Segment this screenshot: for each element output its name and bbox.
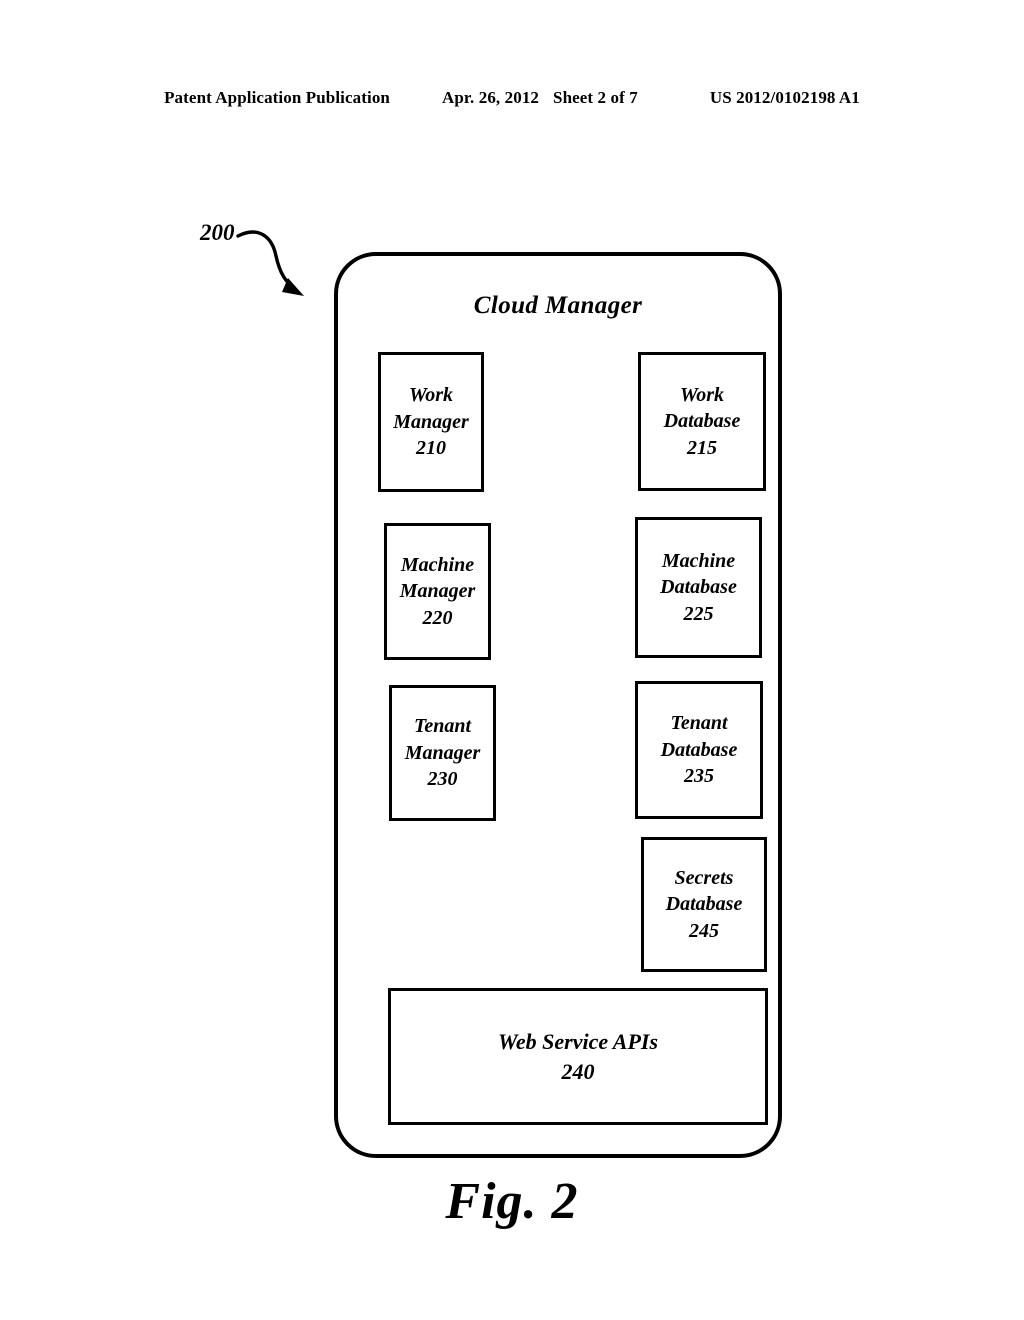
box-machine-manager-label: Machine Manager (399, 553, 476, 603)
reference-numeral-200: 200 (200, 220, 235, 245)
box-tenant-database-number: 235 (684, 765, 714, 788)
cloud-manager-container: Cloud Manager Work Manager 210 Work Data… (334, 252, 782, 1158)
box-secrets-database-number: 245 (689, 919, 719, 942)
box-web-service-apis: Web Service APIs 240 (388, 988, 768, 1125)
box-machine-database-label: Machine Database (660, 549, 737, 599)
box-tenant-database-label: Tenant Database (660, 712, 738, 761)
box-secrets-database: Secrets Database 245 (641, 837, 767, 972)
box-work-database: Work Database 215 (638, 352, 766, 491)
box-machine-manager: Machine Manager 220 (384, 523, 491, 660)
box-tenant-database: Tenant Database 235 (635, 681, 763, 819)
box-web-service-apis-label: Web Service APIs (497, 1028, 659, 1054)
box-tenant-manager-label: Tenant Manager (404, 715, 481, 764)
box-web-service-apis-number: 240 (561, 1058, 595, 1084)
box-machine-manager-number: 220 (422, 606, 453, 629)
box-tenant-manager: Tenant Manager 230 (389, 685, 496, 821)
patent-figure: 200 Cloud Manager Work Manager 210 Work … (0, 0, 1024, 1320)
box-tenant-manager-number: 230 (427, 768, 458, 791)
box-work-manager: Work Manager 210 (378, 352, 484, 492)
box-work-database-label: Work Database (663, 383, 741, 433)
figure-caption: Fig. 2 (445, 1173, 579, 1230)
box-work-manager-number: 210 (416, 437, 446, 460)
box-work-manager-label: Work Manager (393, 384, 469, 433)
box-secrets-database-label: Secrets Database (665, 866, 743, 916)
lead-line-arrow-icon (236, 230, 304, 296)
box-work-database-number: 215 (687, 436, 717, 459)
cloud-manager-title: Cloud Manager (473, 292, 643, 319)
box-machine-database: Machine Database 225 (635, 517, 762, 658)
box-machine-database-number: 225 (683, 602, 714, 625)
